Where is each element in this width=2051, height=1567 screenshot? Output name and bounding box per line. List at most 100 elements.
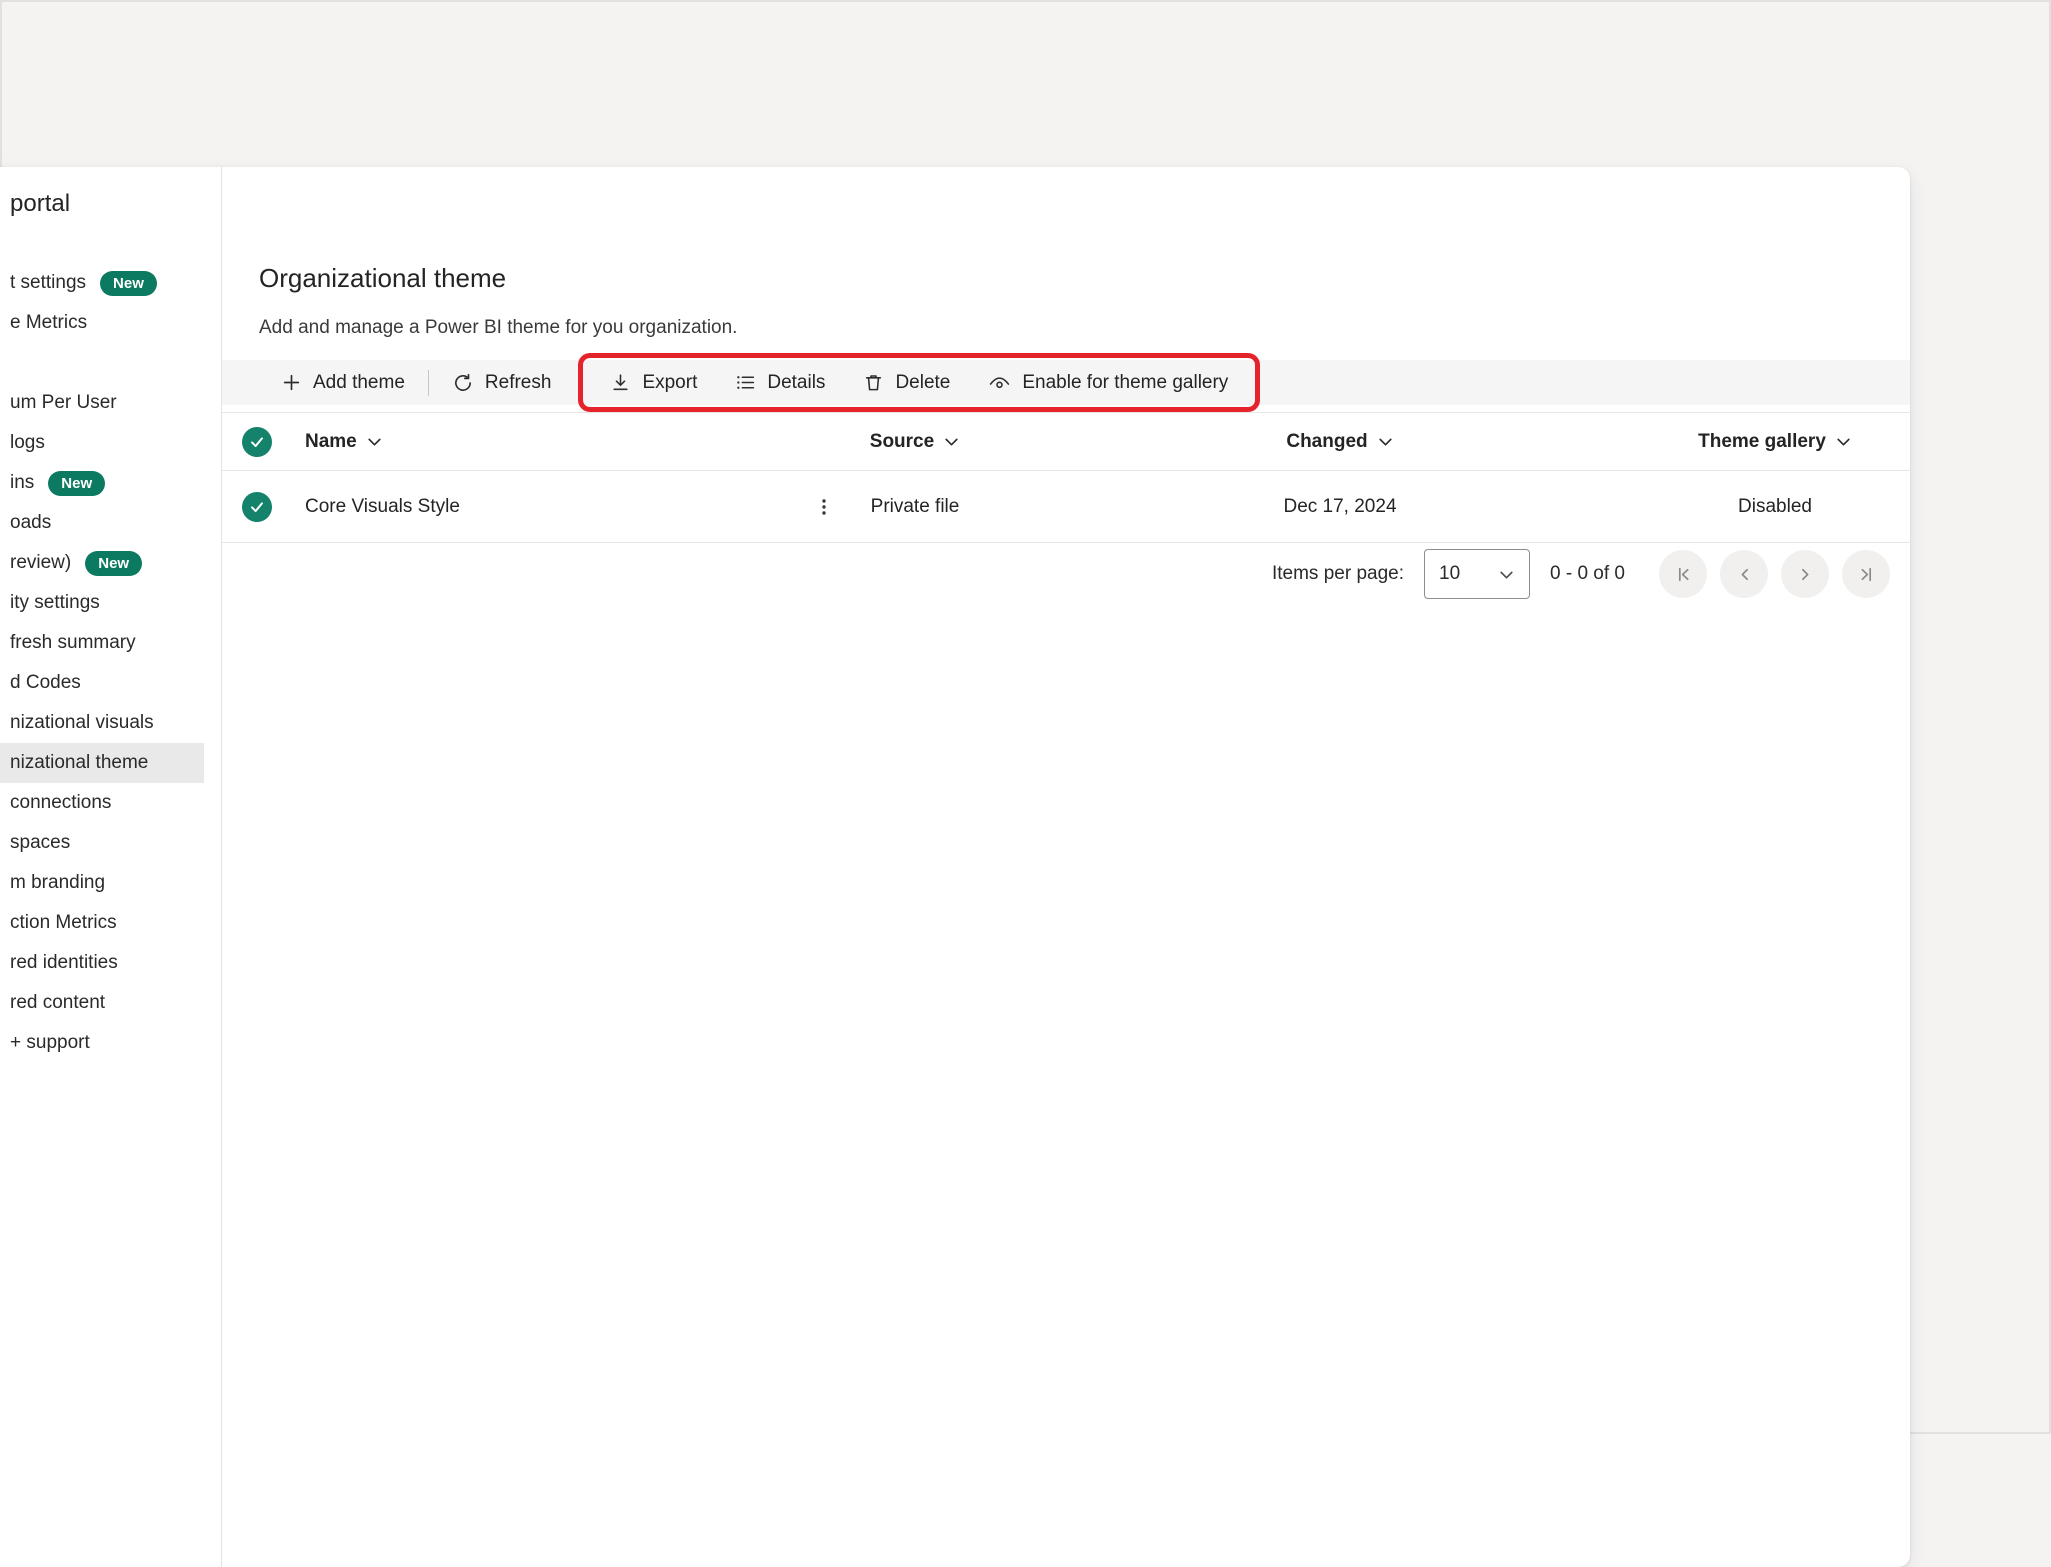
sidebar-item-ction-metrics[interactable]: ction Metrics — [0, 903, 221, 943]
row-checkbox[interactable] — [242, 492, 272, 522]
sidebar-item-fresh-summary[interactable]: fresh summary — [0, 623, 221, 663]
next-page-button[interactable] — [1781, 550, 1829, 598]
sidebar-item-e-metrics[interactable]: e Metrics — [0, 303, 221, 343]
trash-icon — [863, 372, 884, 393]
sidebar-item-label: oads — [10, 512, 51, 534]
items-per-page-select[interactable]: 10 — [1424, 549, 1530, 599]
toolbar: Add theme Refresh Export — [222, 360, 1910, 405]
table-header: Name Source Changed Theme gallery — [222, 412, 1910, 471]
column-header-changed[interactable]: Changed — [1040, 431, 1640, 453]
chevron-down-icon — [943, 433, 960, 450]
add-theme-button[interactable]: Add theme — [262, 360, 424, 405]
column-header-theme-gallery[interactable]: Theme gallery — [1640, 431, 1910, 453]
refresh-label: Refresh — [485, 372, 552, 394]
sidebar-item-logs[interactable]: logs — [0, 423, 221, 463]
sidebar-item-t-settings[interactable]: t settings New — [0, 263, 221, 303]
page-title: Organizational theme — [259, 262, 506, 294]
column-label: Theme gallery — [1698, 431, 1826, 453]
sidebar-item-connections[interactable]: connections — [0, 783, 221, 823]
new-badge: New — [48, 471, 105, 496]
main-content: Organizational theme Add and manage a Po… — [222, 167, 1910, 1567]
sidebar-item-label: review) — [10, 552, 71, 574]
sidebar-item-support[interactable]: + support — [0, 1023, 221, 1063]
sidebar-item-label: d Codes — [10, 672, 81, 694]
sidebar-item-spaces[interactable]: spaces — [0, 823, 221, 863]
eye-icon — [988, 371, 1011, 394]
theme-gallery-status: Disabled — [1738, 496, 1812, 518]
column-header-source[interactable]: Source — [790, 431, 1040, 453]
sidebar: portal t settings New e Metrics um Per U… — [0, 167, 222, 1567]
download-icon — [610, 372, 631, 393]
enable-theme-gallery-button[interactable]: Enable for theme gallery — [969, 360, 1247, 405]
chevron-down-icon — [1835, 433, 1852, 450]
chevron-down-icon — [1498, 566, 1515, 583]
pagination-range: 0 - 0 of 0 — [1550, 563, 1625, 585]
sidebar-item-d-codes[interactable]: d Codes — [0, 663, 221, 703]
details-label: Details — [767, 372, 825, 394]
refresh-button[interactable]: Refresh — [433, 360, 571, 405]
column-header-name[interactable]: Name — [292, 431, 790, 453]
sidebar-item-label: spaces — [10, 832, 70, 854]
sidebar-item-label: ity settings — [10, 592, 100, 614]
sidebar-item-label: + support — [10, 1032, 90, 1054]
sidebar-item-label: fresh summary — [10, 632, 136, 654]
theme-source: Private file — [871, 496, 960, 518]
sidebar-item-review[interactable]: review) New — [0, 543, 221, 583]
sidebar-item-um-per-user[interactable]: um Per User — [0, 383, 221, 423]
sidebar-item-label: nizational visuals — [10, 712, 154, 734]
new-badge: New — [85, 551, 142, 576]
sidebar-item-label: e Metrics — [10, 312, 87, 334]
sidebar-item-label: red identities — [10, 952, 118, 974]
sidebar-item-red-identities[interactable]: red identities — [0, 943, 221, 983]
toolbar-divider — [428, 370, 429, 396]
sidebar-item-nizational-theme[interactable]: nizational theme — [0, 743, 204, 783]
chevron-down-icon — [366, 433, 383, 450]
sidebar-item-label: ction Metrics — [10, 912, 117, 934]
previous-page-button[interactable] — [1720, 550, 1768, 598]
theme-changed-date: Dec 17, 2024 — [1283, 496, 1396, 518]
sidebar-item-ity-settings[interactable]: ity settings — [0, 583, 221, 623]
sidebar-section-gap — [0, 343, 221, 383]
pagination-buttons — [1659, 550, 1890, 598]
sidebar-item-nizational-visuals[interactable]: nizational visuals — [0, 703, 221, 743]
delete-label: Delete — [895, 372, 950, 394]
list-icon — [735, 372, 756, 393]
theme-name: Core Visuals Style — [305, 496, 460, 518]
column-label: Name — [305, 431, 357, 453]
pagination: Items per page: 10 0 - 0 of 0 — [1272, 549, 1890, 599]
chevron-down-icon — [1377, 433, 1394, 450]
export-button[interactable]: Export — [591, 360, 716, 405]
add-theme-label: Add theme — [313, 372, 405, 394]
select-all-checkbox[interactable] — [242, 427, 272, 457]
sidebar-item-m-branding[interactable]: m branding — [0, 863, 221, 903]
table-row[interactable]: Core Visuals Style Private file Dec 17, … — [222, 471, 1910, 543]
details-button[interactable]: Details — [716, 360, 844, 405]
sidebar-title: portal — [10, 189, 221, 219]
last-page-button[interactable] — [1842, 550, 1890, 598]
items-per-page-label: Items per page: — [1272, 563, 1404, 585]
sidebar-item-label: ins — [10, 472, 34, 494]
export-label: Export — [642, 372, 697, 394]
enable-theme-gallery-label: Enable for theme gallery — [1022, 372, 1228, 394]
annotation-highlight-box: Export Details Delete — [578, 353, 1260, 412]
sidebar-item-oads[interactable]: oads — [0, 503, 221, 543]
refresh-icon — [452, 372, 474, 394]
new-badge: New — [100, 271, 157, 296]
sidebar-item-label: um Per User — [10, 392, 117, 414]
items-per-page-value: 10 — [1439, 563, 1460, 585]
delete-button[interactable]: Delete — [844, 360, 969, 405]
column-label: Source — [870, 431, 934, 453]
column-label: Changed — [1286, 431, 1367, 453]
sidebar-item-label: nizational theme — [10, 752, 148, 774]
first-page-button[interactable] — [1659, 550, 1707, 598]
sidebar-item-ins[interactable]: ins New — [0, 463, 221, 503]
sidebar-item-label: red content — [10, 992, 105, 1014]
admin-portal-panel: portal t settings New e Metrics um Per U… — [0, 167, 1910, 1567]
more-options-button[interactable] — [807, 490, 841, 524]
sidebar-nav: t settings New e Metrics um Per User log… — [0, 263, 221, 1063]
sidebar-item-label: m branding — [10, 872, 105, 894]
sidebar-item-label: t settings — [10, 272, 86, 294]
sidebar-item-label: logs — [10, 432, 45, 454]
page-subtitle: Add and manage a Power BI theme for you … — [259, 317, 737, 339]
sidebar-item-red-content[interactable]: red content — [0, 983, 221, 1023]
